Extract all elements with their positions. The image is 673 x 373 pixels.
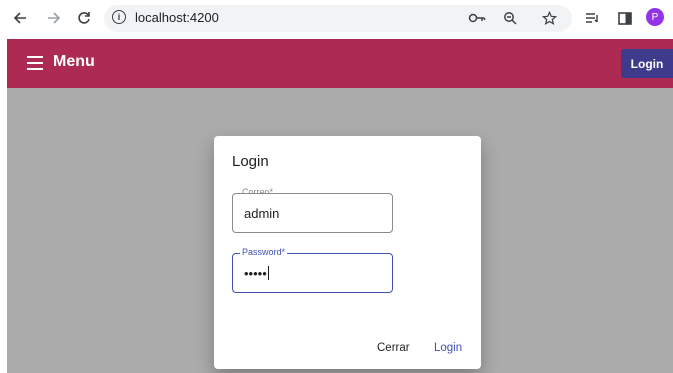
reload-icon[interactable] (73, 7, 95, 29)
address-bar[interactable]: i localhost:4200 (104, 5, 572, 32)
password-field-value[interactable]: ••••• (244, 266, 269, 281)
bookmark-star-icon[interactable] (540, 9, 558, 27)
profile-avatar[interactable]: P (646, 8, 664, 26)
email-field-label: Correo* (240, 187, 276, 193)
app-toolbar: Menu Login (7, 39, 673, 88)
password-key-icon[interactable] (468, 9, 486, 27)
email-field-value[interactable]: admin (244, 206, 279, 221)
url-text[interactable]: localhost:4200 (135, 10, 219, 25)
login-submit-button[interactable]: Login (434, 342, 462, 354)
side-panel-icon[interactable] (615, 8, 635, 28)
site-info-icon[interactable]: i (112, 10, 126, 24)
email-field[interactable]: Correo* admin (232, 187, 393, 233)
password-field-label: Password* (240, 247, 288, 258)
forward-arrow-icon[interactable] (43, 7, 65, 29)
toolbar-login-button[interactable]: Login (621, 49, 673, 78)
dialog-title: Login (232, 153, 269, 170)
browser-chrome: i localhost:4200 P (0, 0, 673, 38)
password-field[interactable]: Password* ••••• (232, 247, 393, 293)
menu-label[interactable]: Menu (53, 53, 95, 71)
password-masked-text: ••••• (244, 266, 267, 281)
login-dialog: Login Correo* admin Password* ••••• Cerr… (214, 136, 481, 369)
reading-list-icon[interactable] (582, 8, 602, 28)
hamburger-menu-icon[interactable] (27, 56, 43, 70)
close-button[interactable]: Cerrar (377, 342, 410, 354)
zoom-icon[interactable] (501, 9, 519, 27)
text-caret (267, 266, 269, 280)
back-arrow-icon[interactable] (9, 7, 31, 29)
